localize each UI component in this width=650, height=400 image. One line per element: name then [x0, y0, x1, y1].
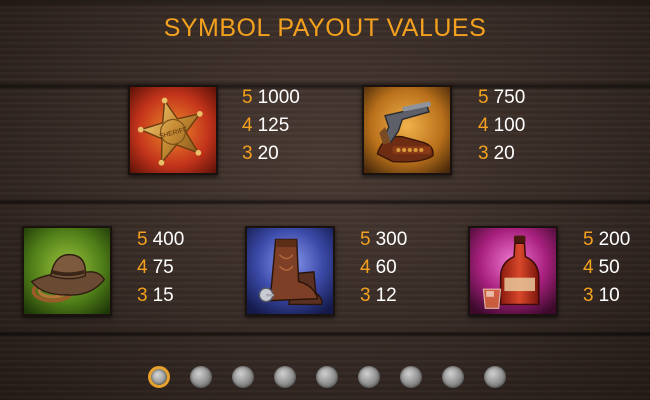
page-dot-5[interactable]	[316, 366, 338, 388]
payout-row: 5 300	[360, 229, 408, 250]
symbol-whiskey-bottle	[468, 226, 558, 316]
payout-row: 3 10	[583, 285, 620, 306]
page-dot-9[interactable]	[484, 366, 506, 388]
page-dot-3[interactable]	[232, 366, 254, 388]
page-dot-1[interactable]	[148, 366, 170, 388]
page-dot-8[interactable]	[442, 366, 464, 388]
payout-row: 5 200	[583, 229, 631, 250]
page-dot-6[interactable]	[358, 366, 380, 388]
payout-row: 4 50	[583, 257, 620, 278]
symbol-cowboy-hat	[22, 226, 112, 316]
payouts-cowboy-boot: 5 300 4 60 3 12	[360, 226, 407, 310]
cowboy-hat-icon	[24, 228, 110, 314]
sheriff-badge-icon: SHERIFF	[130, 87, 216, 173]
payout-row: 4 60	[360, 257, 397, 278]
payout-row: 4 125	[242, 115, 290, 136]
symbol-cowboy-boot	[245, 226, 335, 316]
payout-row: 5 1000	[242, 87, 300, 108]
page-dot-7[interactable]	[400, 366, 422, 388]
revolver-icon	[364, 87, 450, 173]
payout-row: 3 20	[242, 143, 279, 164]
cowboy-boot-icon	[247, 228, 333, 314]
payouts-revolver: 5 750 4 100 3 20	[478, 84, 525, 168]
payout-row: 3 20	[478, 143, 515, 164]
pagination-dots	[148, 366, 506, 388]
page-title: SYMBOL PAYOUT VALUES	[163, 14, 487, 42]
symbol-sheriff-badge: SHERIFF	[128, 85, 218, 175]
payout-row: 3 15	[137, 285, 174, 306]
payout-row: 4 100	[478, 115, 526, 136]
page-dot-4[interactable]	[274, 366, 296, 388]
page-dot-2[interactable]	[190, 366, 212, 388]
symbol-revolver	[362, 85, 452, 175]
payouts-sheriff-badge: 5 1000 4 125 3 20	[242, 84, 300, 168]
payouts-cowboy-hat: 5 400 4 75 3 15	[137, 226, 184, 310]
payout-row: 3 12	[360, 285, 397, 306]
payout-row: 5 750	[478, 87, 526, 108]
wood-background	[0, 0, 650, 400]
payouts-whiskey-bottle: 5 200 4 50 3 10	[583, 226, 630, 310]
payout-row: 5 400	[137, 229, 185, 250]
whiskey-bottle-icon	[470, 228, 556, 314]
payout-row: 4 75	[137, 257, 174, 278]
